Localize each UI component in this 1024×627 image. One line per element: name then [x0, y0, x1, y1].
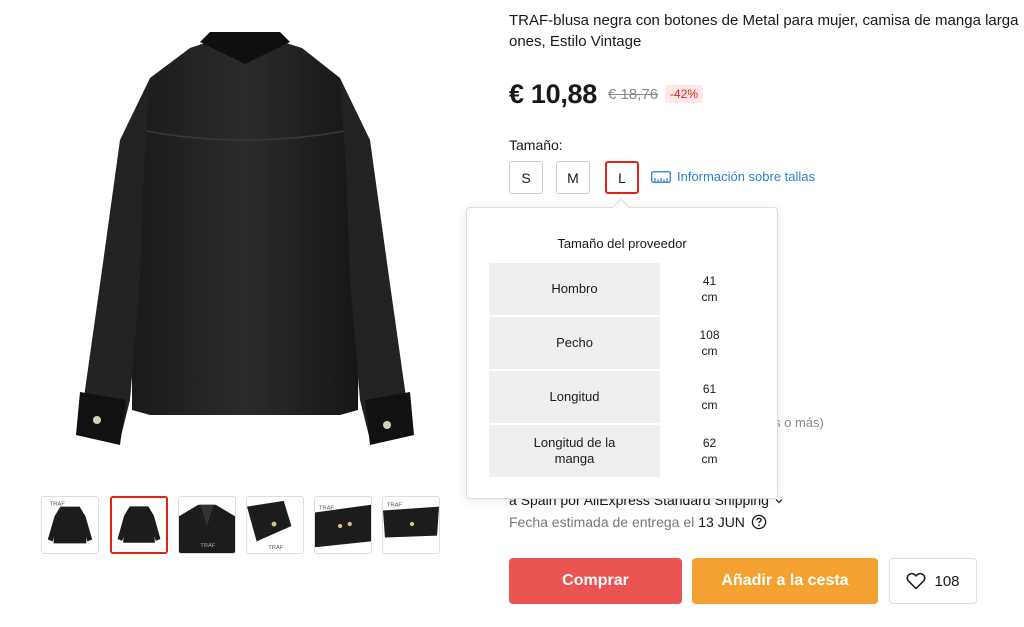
- thumbnail-3[interactable]: TRAF: [178, 496, 236, 554]
- row-label: Hombro: [489, 263, 660, 315]
- thumbnail-2[interactable]: [110, 496, 168, 554]
- ruler-icon: [651, 170, 671, 183]
- add-to-cart-button[interactable]: Añadir a la cesta: [692, 558, 878, 604]
- product-title-line-2: ones, Estilo Vintage: [509, 33, 642, 50]
- partial-note: s o más): [774, 415, 824, 430]
- brand-tag: TRAF: [268, 545, 284, 551]
- blouse-buttons-detail-thumb-icon: TRAF: [315, 497, 371, 553]
- size-chart-popover: Tamaño del proveedor Hombro 41 cm Pecho 1…: [466, 207, 778, 499]
- value-number: 62: [702, 436, 717, 450]
- value-number: 61: [702, 382, 717, 396]
- black-blouse-back-view-icon: [76, 32, 414, 445]
- help-circle-icon[interactable]: [751, 514, 767, 530]
- table-row: Longitud de la manga 62 cm: [489, 425, 759, 477]
- table-row: Pecho 108 cm: [489, 317, 759, 369]
- row-label: Longitud: [489, 371, 660, 423]
- brand-tag: TRAF: [319, 506, 335, 512]
- thumbnail-4[interactable]: TRAF: [246, 496, 304, 554]
- popover-title: Tamaño del proveedor: [557, 236, 687, 251]
- row-label: Longitud de la manga: [489, 425, 660, 477]
- discount-badge: -42%: [665, 85, 704, 103]
- delivery-label: Fecha estimada de entrega el: [509, 514, 695, 530]
- value-number: 108: [699, 328, 720, 342]
- thumbnail-1[interactable]: TRAF: [41, 496, 99, 554]
- thumbnail-strip: TRAF TRAF TRAF TRAF TRAF: [41, 496, 441, 554]
- main-product-image[interactable]: [40, 20, 450, 475]
- thumbnail-5[interactable]: TRAF: [314, 496, 372, 554]
- brand-tag: TRAF: [387, 503, 403, 509]
- size-option-m[interactable]: M: [556, 161, 590, 194]
- product-title-line-1: TRAF-blusa negra con botones de Metal pa…: [509, 12, 1019, 29]
- wishlist-count: 108: [934, 572, 960, 590]
- value-unit: cm: [701, 398, 718, 412]
- size-info-label: Información sobre tallas: [677, 169, 816, 184]
- blouse-collar-detail-thumb-icon: TRAF: [179, 497, 235, 553]
- size-chart-table: Hombro 41 cm Pecho 108 cm Longitud 61 cm Lo…: [489, 263, 759, 479]
- thumbnail-6[interactable]: TRAF: [382, 496, 440, 554]
- table-row: Hombro 41 cm: [489, 263, 759, 315]
- row-value: 108 cm: [660, 317, 759, 369]
- buy-now-button[interactable]: Comprar: [509, 558, 682, 604]
- blouse-front-thumb-icon: TRAF: [42, 497, 98, 553]
- value-unit: cm: [701, 452, 718, 466]
- value-unit: cm: [701, 344, 718, 358]
- original-price: € 18,76: [607, 85, 659, 103]
- blouse-hem-detail-thumb-icon: TRAF: [383, 497, 439, 553]
- row-value: 61 cm: [660, 371, 759, 423]
- size-info-link[interactable]: Información sobre tallas: [651, 169, 815, 184]
- brand-tag: TRAF: [200, 543, 216, 549]
- size-option-l[interactable]: L: [605, 161, 639, 194]
- blouse-back-thumb-icon: [112, 498, 166, 552]
- table-row: Longitud 61 cm: [489, 371, 759, 423]
- delivery-date: 13 JUN: [698, 514, 745, 530]
- row-value: 41 cm: [660, 263, 759, 315]
- brand-tag: TRAF: [50, 502, 66, 508]
- row-value: 62 cm: [660, 425, 759, 477]
- size-label: Tamaño:: [509, 137, 563, 153]
- value-number: 41: [702, 274, 717, 288]
- blouse-cuff-detail-thumb-icon: TRAF: [247, 497, 303, 553]
- row-label: Pecho: [489, 317, 660, 369]
- value-unit: cm: [701, 290, 718, 304]
- wishlist-button[interactable]: 108: [889, 558, 977, 604]
- product-title: TRAF-blusa negra con botones de Metal pa…: [509, 10, 1024, 52]
- delivery-estimate: Fecha estimada de entrega el 13 JUN: [509, 514, 767, 530]
- price-row: € 10,88 € 18,76 -42%: [509, 77, 704, 111]
- current-price: € 10,88: [509, 78, 597, 109]
- size-option-s[interactable]: S: [509, 161, 543, 194]
- heart-icon: [906, 572, 926, 590]
